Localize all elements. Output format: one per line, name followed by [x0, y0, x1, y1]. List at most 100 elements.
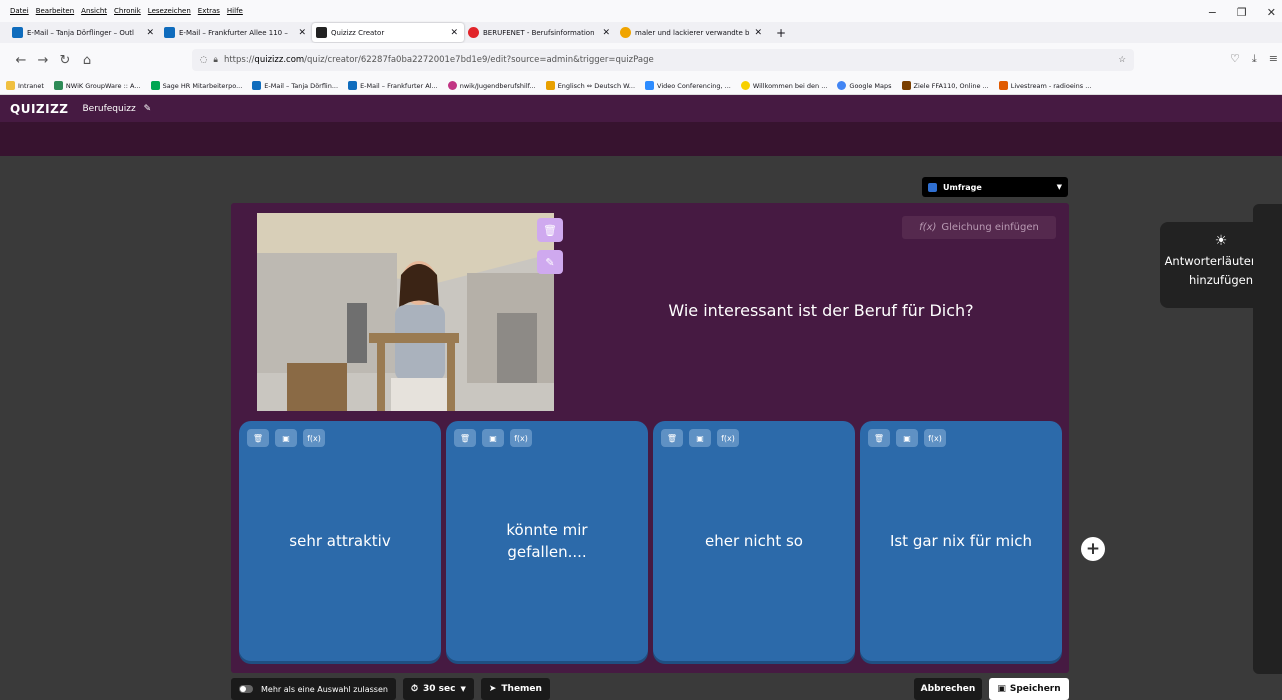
- bookmark-star-icon[interactable]: ☆: [1118, 55, 1126, 65]
- answer-text[interactable]: könnte mir gefallen....: [456, 421, 638, 661]
- themes-label: Themen: [501, 684, 542, 694]
- tab-email-2[interactable]: E-Mail – Frankfurter Allee 110 – ✕: [160, 22, 312, 43]
- forward-icon[interactable]: →: [32, 53, 54, 68]
- url-scheme: https://: [223, 55, 255, 65]
- save-label: Speichern: [1009, 684, 1061, 694]
- answer-option-1[interactable]: 🗑︎ ▣ f(x) sehr attraktiv: [239, 421, 441, 661]
- maximize-button[interactable]: ❐: [1237, 6, 1247, 19]
- reload-icon[interactable]: ↻: [54, 53, 76, 68]
- pencil-icon: ✎: [545, 255, 555, 269]
- question-type-label: Umfrage: [943, 182, 982, 192]
- add-answer-button[interactable]: +: [1081, 537, 1105, 561]
- bookmark-item[interactable]: nwik/Jugendberufshilf...: [447, 81, 536, 90]
- answer-text[interactable]: sehr attraktiv: [249, 421, 431, 661]
- menu-bar: Datei Bearbeiten Ansicht Chronik Lesezei…: [0, 0, 1282, 22]
- answer-text[interactable]: eher nicht so: [663, 421, 845, 661]
- bookmark-item[interactable]: Ziele FFA110, Online ...: [901, 81, 989, 90]
- menu-lesezeichen[interactable]: Lesezeichen: [148, 7, 191, 15]
- bookmark-item[interactable]: Intranet: [6, 81, 44, 90]
- tab-label: BERUFENET - Berufsinformation: [483, 28, 595, 37]
- new-tab-button[interactable]: +: [776, 26, 786, 40]
- bookmark-item[interactable]: Video Conferencing, ...: [645, 81, 731, 90]
- tab-label: Quizizz Creator: [331, 28, 385, 37]
- tab-bar: E-Mail – Tanja Dörflinger – Outl ✕ E-Mail…: [0, 22, 1282, 43]
- close-icon[interactable]: ✕: [298, 28, 306, 38]
- tag-icon: ➤: [488, 684, 497, 694]
- tab-email-1[interactable]: E-Mail – Tanja Dörflinger – Outl ✕: [8, 22, 160, 43]
- answer-option-2[interactable]: 🗑︎ ▣ f(x) könnte mir gefallen....: [446, 421, 648, 661]
- edit-image-button[interactable]: ✎: [537, 250, 563, 274]
- multi-select-toggle[interactable]: Mehr als eine Auswahl zulassen: [231, 678, 396, 700]
- download-icon[interactable]: ⤓: [1252, 52, 1257, 66]
- pencil-icon: ✎: [143, 103, 152, 114]
- question-text[interactable]: Wie interessant ist der Beruf für Dich?: [601, 301, 1041, 320]
- insert-equation-button[interactable]: f(x) Gleichung einfügen: [902, 216, 1056, 239]
- bookmark-item[interactable]: NWiK GroupWare :: A...: [53, 81, 141, 90]
- bookmark-item[interactable]: Livestream - radioeins ...: [998, 81, 1091, 90]
- quiz-title[interactable]: Berufequizz ✎: [82, 104, 151, 114]
- tab-label: E-Mail – Frankfurter Allee 110 –: [179, 28, 288, 37]
- save-icon: ▣: [997, 684, 1006, 694]
- url-bar[interactable]: ◌ 🔒︎ https://quizizz.com/quiz/creator/62…: [192, 49, 1134, 71]
- poll-icon: [928, 182, 937, 192]
- menu-chronik[interactable]: Chronik: [114, 7, 141, 15]
- bottom-toolbar: Mehr als eine Auswahl zulassen ⏱︎ 30 sec…: [231, 678, 1069, 700]
- tab-label: maler und lackierer verwandte b: [635, 28, 750, 37]
- bookmark-item[interactable]: Englisch ⇔ Deutsch W...: [545, 81, 635, 90]
- window-controls: − ❐ ✕: [1208, 6, 1276, 19]
- close-icon[interactable]: ✕: [450, 28, 458, 38]
- url-path: /quiz/creator/62287fa0ba2272001e7bd1e9/e…: [304, 55, 654, 65]
- search-engine-icon: [620, 27, 631, 38]
- menu-icon[interactable]: ≡: [1269, 52, 1278, 66]
- minimize-button[interactable]: −: [1208, 6, 1217, 19]
- quizizz-logo[interactable]: QUIZIZZ: [10, 102, 68, 116]
- save-button[interactable]: ▣ Speichern: [989, 678, 1069, 700]
- plus-icon: +: [1085, 539, 1101, 559]
- question-card: 🗑︎ ✎ f(x) Gleichung einfügen Wie interes…: [231, 203, 1069, 673]
- back-icon[interactable]: ←: [10, 53, 32, 68]
- lock-icon: 🔒︎: [213, 55, 218, 65]
- chevron-down-icon: ▼: [460, 685, 466, 693]
- answer-text[interactable]: Ist gar nix für mich: [870, 421, 1052, 661]
- toggle-switch[interactable]: [239, 685, 253, 693]
- insert-equation-label: Gleichung einfügen: [941, 222, 1039, 233]
- quiz-title-text: Berufequizz: [82, 103, 136, 114]
- tab-label: E-Mail – Tanja Dörflinger – Outl: [27, 28, 134, 37]
- close-window-button[interactable]: ✕: [1267, 6, 1276, 19]
- nav-bar: ← → ↻ ⌂ ◌ 🔒︎ https://quizizz.com/quiz/cr…: [0, 43, 1282, 77]
- answer-option-3[interactable]: 🗑︎ ▣ f(x) eher nicht so: [653, 421, 855, 661]
- menu-bearbeiten[interactable]: Bearbeiten: [36, 7, 74, 15]
- toolbar-right: ♡ ⤓ ≡: [1230, 52, 1278, 66]
- timer-icon: ⏱︎: [410, 684, 418, 694]
- chevron-down-icon: ▼: [1056, 183, 1062, 191]
- close-icon[interactable]: ✕: [602, 28, 610, 38]
- themes-button[interactable]: ➤ Themen: [480, 678, 550, 700]
- bookmark-item[interactable]: E-Mail – Tanja Dörflin...: [252, 81, 338, 90]
- answer-option-4[interactable]: 🗑︎ ▣ f(x) Ist gar nix für mich: [860, 421, 1062, 661]
- bookmark-item[interactable]: Google Maps: [837, 81, 892, 90]
- menu-datei[interactable]: Datei: [10, 7, 29, 15]
- menu-ansicht[interactable]: Ansicht: [81, 7, 107, 15]
- delete-image-button[interactable]: 🗑︎: [537, 218, 563, 242]
- close-icon[interactable]: ✕: [146, 28, 154, 38]
- berufenet-icon: [468, 27, 479, 38]
- bookmark-item[interactable]: E-Mail – Frankfurter Al...: [348, 81, 438, 90]
- outlook-icon: [12, 27, 23, 38]
- tab-quizizz-creator[interactable]: Quizizz Creator ✕: [312, 23, 464, 42]
- question-type-select[interactable]: Umfrage ▼: [922, 177, 1068, 197]
- question-image: [257, 213, 554, 411]
- bookmark-item[interactable]: Willkommen bei den ...: [740, 81, 827, 90]
- tab-search[interactable]: maler und lackierer verwandte b ✕: [616, 22, 768, 43]
- cancel-button[interactable]: Abbrechen: [914, 678, 982, 700]
- timer-value: 30 sec: [423, 684, 456, 694]
- outlook-icon: [164, 27, 175, 38]
- menu-hilfe[interactable]: Hilfe: [227, 7, 243, 15]
- quizizz-icon: [316, 27, 327, 38]
- home-icon[interactable]: ⌂: [76, 53, 98, 68]
- bookmark-item[interactable]: Sage HR Mitarbeiterpo...: [150, 81, 242, 90]
- pocket-icon[interactable]: ♡: [1230, 52, 1240, 66]
- close-icon[interactable]: ✕: [754, 28, 762, 38]
- timer-select[interactable]: ⏱︎ 30 sec ▼: [402, 678, 474, 700]
- tab-berufenet[interactable]: BERUFENET - Berufsinformation ✕: [464, 22, 616, 43]
- menu-extras[interactable]: Extras: [198, 7, 220, 15]
